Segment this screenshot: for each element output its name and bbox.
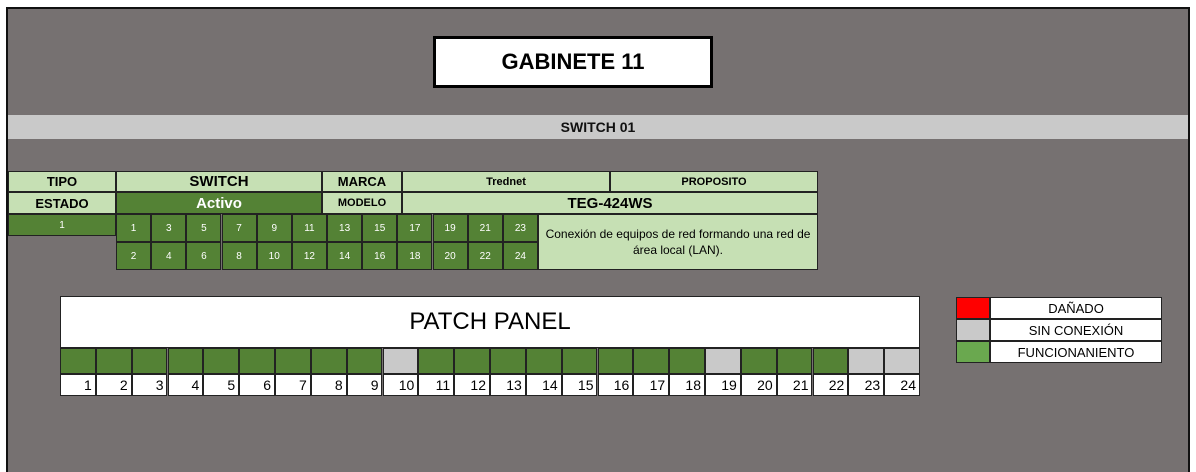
- switch-port-11: 11: [291, 214, 327, 242]
- patch-port-status-24: [884, 348, 920, 374]
- patch-port-status-5: [203, 348, 240, 374]
- patch-port-status-10: [382, 348, 419, 374]
- switch-port-14: 14: [327, 242, 363, 270]
- switch-port-4: 4: [151, 242, 187, 270]
- patch-port-number-4: 4: [167, 374, 204, 396]
- switch-port-2: 2: [116, 242, 152, 270]
- patch-port-status-3: [131, 348, 168, 374]
- patch-port-status-4: [167, 348, 204, 374]
- tipo-value: SWITCH: [116, 171, 322, 192]
- patch-port-number-15: 15: [561, 374, 598, 396]
- patch-port-status-22: [812, 348, 849, 374]
- patch-port-number-7: 7: [275, 374, 311, 396]
- patch-port-status-7: [275, 348, 311, 374]
- switch-port-23: 23: [502, 214, 538, 242]
- legend-swatch-1: [956, 319, 990, 341]
- patch-panel-title: PATCH PANEL: [60, 296, 920, 348]
- switch-port-16: 16: [362, 242, 398, 270]
- patch-port-status-23: [848, 348, 885, 374]
- patch-port-status-9: [346, 348, 383, 374]
- marca-value: Trednet: [402, 171, 610, 192]
- patch-port-status-6: [239, 348, 275, 374]
- switch-port-1: 1: [116, 214, 152, 242]
- patch-port-number-11: 11: [418, 374, 455, 396]
- cabinet-title: GABINETE 11: [433, 36, 713, 88]
- legend-label-0: DAÑADO: [990, 297, 1162, 319]
- switch-port-20: 20: [432, 242, 468, 270]
- patch-port-number-23: 23: [848, 374, 885, 396]
- patch-port-status-18: [669, 348, 705, 374]
- patch-port-number-3: 3: [131, 374, 168, 396]
- patch-port-number-12: 12: [454, 374, 490, 396]
- patch-port-number-21: 21: [776, 374, 813, 396]
- marca-label: MARCA: [322, 171, 402, 192]
- patch-port-status-15: [561, 348, 598, 374]
- patch-port-status-2: [95, 348, 132, 374]
- switch-port-5: 5: [186, 214, 222, 242]
- purpose-text: Conexión de equipos de red formando una …: [538, 214, 818, 270]
- modelo-value: TEG-424WS: [402, 192, 818, 214]
- patch-port-number-20: 20: [740, 374, 777, 396]
- switch-port-18: 18: [397, 242, 433, 270]
- switch-port-13: 13: [327, 214, 363, 242]
- legend-label-2: FUNCIONANIENTO: [990, 341, 1162, 363]
- unit-number: 1: [8, 214, 116, 236]
- patch-port-status-13: [490, 348, 526, 374]
- patch-port-status-21: [776, 348, 813, 374]
- estado-value: Activo: [116, 192, 322, 214]
- legend-label-1: SIN CONEXIÓN: [990, 319, 1162, 341]
- patch-port-number-6: 6: [239, 374, 275, 396]
- spreadsheet-area: GABINETE 11 SWITCH 01 TIPO SWITCH MARCA …: [6, 7, 1190, 472]
- patch-port-number-5: 5: [203, 374, 240, 396]
- switch-port-6: 6: [186, 242, 222, 270]
- patch-port-status-11: [418, 348, 455, 374]
- patch-port-number-13: 13: [490, 374, 526, 396]
- switch-port-3: 3: [151, 214, 187, 242]
- switch-port-12: 12: [291, 242, 327, 270]
- patch-port-number-10: 10: [382, 374, 419, 396]
- patch-port-status-14: [525, 348, 562, 374]
- switch-port-17: 17: [397, 214, 433, 242]
- switch-port-24: 24: [502, 242, 538, 270]
- patch-port-number-1: 1: [60, 374, 96, 396]
- patch-port-number-9: 9: [346, 374, 383, 396]
- patch-port-status-8: [310, 348, 347, 374]
- patch-port-number-19: 19: [705, 374, 741, 396]
- patch-port-status-19: [705, 348, 741, 374]
- switch-port-7: 7: [221, 214, 257, 242]
- patch-port-status-17: [633, 348, 670, 374]
- estado-label: ESTADO: [8, 192, 116, 214]
- patch-port-number-14: 14: [525, 374, 562, 396]
- switch-port-19: 19: [432, 214, 468, 242]
- tipo-label: TIPO: [8, 171, 116, 192]
- patch-port-number-16: 16: [597, 374, 634, 396]
- legend-swatch-0: [956, 297, 990, 319]
- patch-port-status-12: [454, 348, 490, 374]
- modelo-label: MODELO: [322, 192, 402, 214]
- proposito-label: PROPOSITO: [610, 171, 818, 192]
- patch-port-status-1: [60, 348, 96, 374]
- patch-port-number-18: 18: [669, 374, 705, 396]
- patch-port-number-2: 2: [95, 374, 132, 396]
- switch-port-21: 21: [467, 214, 503, 242]
- patch-port-number-17: 17: [633, 374, 670, 396]
- switch-header: SWITCH 01: [8, 115, 1188, 139]
- switch-port-22: 22: [467, 242, 503, 270]
- switch-port-15: 15: [362, 214, 398, 242]
- switch-port-10: 10: [256, 242, 292, 270]
- patch-port-status-20: [740, 348, 777, 374]
- legend-swatch-2: [956, 341, 990, 363]
- patch-port-number-8: 8: [310, 374, 347, 396]
- patch-port-number-24: 24: [884, 374, 920, 396]
- switch-port-8: 8: [221, 242, 257, 270]
- patch-port-status-16: [597, 348, 634, 374]
- switch-port-9: 9: [256, 214, 292, 242]
- patch-port-number-22: 22: [812, 374, 849, 396]
